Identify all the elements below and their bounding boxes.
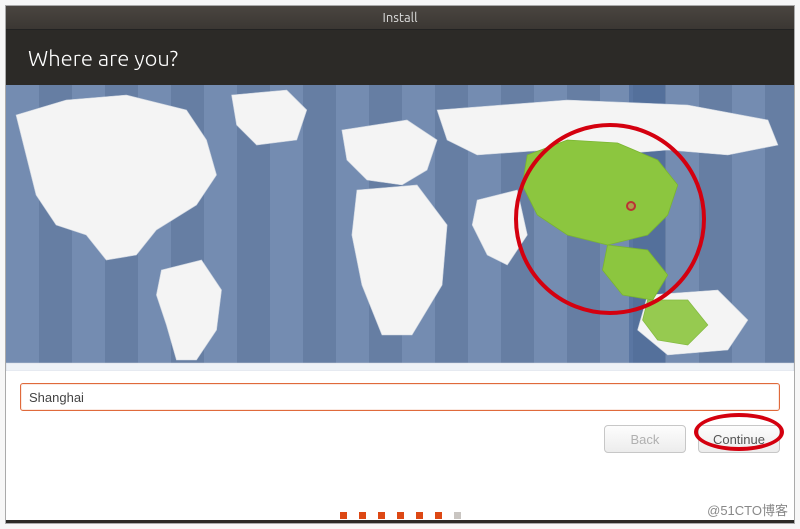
progress-dot [435, 512, 442, 519]
progress-dot [454, 512, 461, 519]
timezone-map[interactable] [6, 85, 794, 371]
back-button[interactable]: Back [604, 425, 686, 453]
timezone-input-row [6, 371, 794, 421]
continue-button[interactable]: Continue [698, 425, 780, 453]
wizard-button-row: Back Continue [6, 421, 794, 467]
window-title: Install [383, 11, 418, 25]
progress-dot [378, 512, 385, 519]
progress-dot [416, 512, 423, 519]
progress-dot [397, 512, 404, 519]
watermark-text: @51CTO博客 [707, 500, 788, 519]
timezone-input[interactable] [20, 383, 780, 411]
footer-divider [6, 520, 794, 523]
progress-dot [359, 512, 366, 519]
progress-dot [340, 512, 347, 519]
window-titlebar: Install [6, 6, 794, 30]
step-header: Where are you? [6, 30, 794, 85]
installer-window: Install Where are you? [5, 5, 795, 524]
page-title: Where are you? [28, 46, 178, 71]
progress-dots [0, 512, 800, 519]
annotation-circle-map [514, 123, 706, 315]
